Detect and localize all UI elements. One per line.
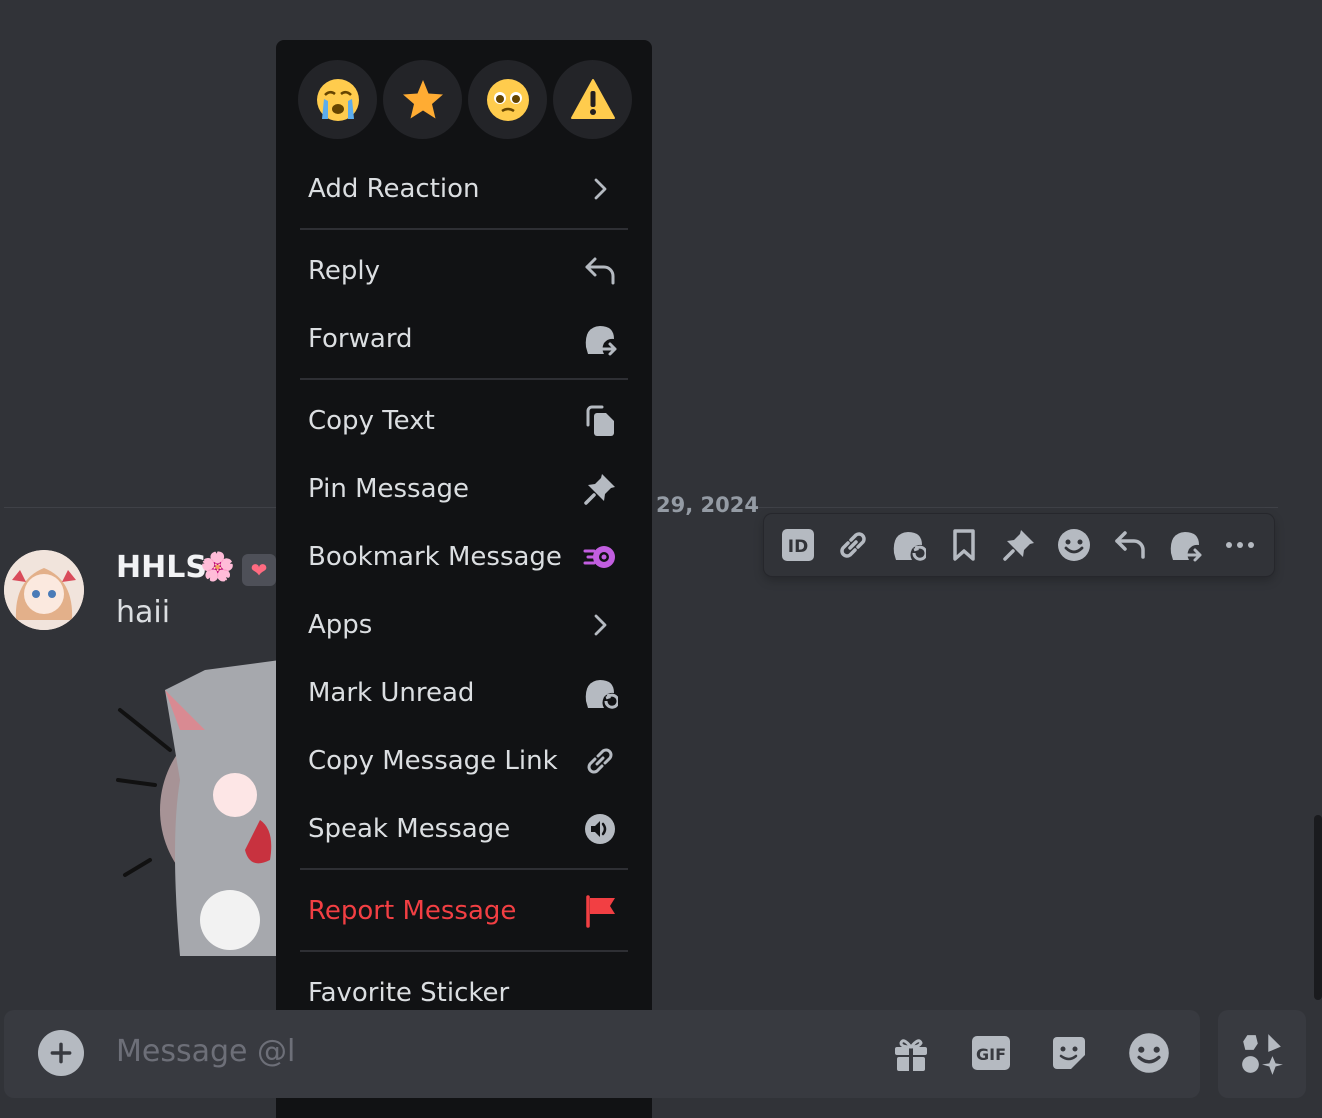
menu-apps[interactable]: Apps	[300, 597, 628, 653]
message-username[interactable]: HHLS	[116, 550, 207, 585]
svg-text:ID: ID	[787, 537, 807, 557]
flower-emoji: 🌸	[200, 550, 235, 583]
message-context-menu: Add Reaction Reply Forward Copy Text Pin…	[276, 40, 652, 1118]
warning-reaction-icon[interactable]	[553, 60, 632, 139]
reply-icon[interactable]	[1107, 522, 1153, 568]
mark-unread-icon	[580, 673, 620, 713]
menu-label: Copy Text	[308, 406, 435, 436]
add-reaction-icon[interactable]	[1051, 522, 1097, 568]
menu-forward[interactable]: Forward	[300, 311, 628, 367]
avatar[interactable]	[4, 550, 84, 630]
menu-reply[interactable]: Reply	[300, 243, 628, 299]
copy-id-icon[interactable]: ID	[775, 522, 821, 568]
menu-label: Reply	[308, 256, 381, 286]
gift-icon[interactable]	[888, 1030, 934, 1076]
menu-bookmark-message[interactable]: Bookmark Message	[300, 529, 628, 585]
quick-reactions	[298, 60, 632, 139]
message-composer: Message @l GIF	[4, 1010, 1200, 1098]
menu-separator	[300, 868, 628, 870]
menu-label: Apps	[308, 610, 373, 640]
add-attachment-button[interactable]	[38, 1030, 84, 1076]
speaker-icon	[580, 809, 620, 849]
menu-add-reaction[interactable]: Add Reaction	[300, 161, 628, 217]
menu-label: Forward	[308, 324, 413, 354]
pleading-face-reaction-icon[interactable]	[468, 60, 547, 139]
menu-label: Pin Message	[308, 474, 470, 504]
menu-mark-unread[interactable]: Mark Unread	[300, 665, 628, 721]
menu-copy-text[interactable]: Copy Text	[300, 393, 628, 449]
menu-label: Bookmark Message	[308, 542, 562, 572]
menu-label: Mark Unread	[308, 678, 475, 708]
scrollbar[interactable]	[1314, 815, 1322, 1000]
cat-girl-sticker[interactable]	[110, 660, 360, 956]
forward-icon[interactable]	[1162, 522, 1208, 568]
forward-icon	[580, 319, 620, 359]
reply-icon	[580, 251, 620, 291]
menu-separator	[300, 228, 628, 230]
pin-icon	[580, 469, 620, 509]
link-icon[interactable]	[830, 522, 876, 568]
crying-face-reaction-icon[interactable]	[298, 60, 377, 139]
emoji-icon[interactable]	[1126, 1030, 1172, 1076]
menu-speak-message[interactable]: Speak Message	[300, 801, 628, 857]
menu-label: Add Reaction	[308, 174, 480, 204]
date-divider-line-left	[4, 507, 276, 508]
bookmark-reminder-icon	[580, 537, 620, 577]
flag-icon	[580, 891, 620, 931]
sticker-icon[interactable]	[1046, 1030, 1092, 1076]
message-hover-toolbar: ID	[764, 514, 1274, 576]
menu-label: Speak Message	[308, 814, 511, 844]
menu-report-message[interactable]: Report Message	[300, 883, 628, 939]
mark-unread-icon[interactable]	[885, 522, 931, 568]
star-reaction-icon[interactable]	[383, 60, 462, 139]
date-divider-label: 29, 2024	[656, 493, 759, 517]
more-icon[interactable]	[1217, 522, 1263, 568]
app-launcher-button[interactable]	[1218, 1010, 1306, 1098]
menu-separator	[300, 950, 628, 952]
menu-label: Report Message	[308, 896, 517, 926]
menu-label: Copy Message Link	[308, 746, 558, 776]
message-text: haii	[116, 595, 171, 630]
date-divider-line-right	[756, 507, 1278, 508]
menu-copy-message-link[interactable]: Copy Message Link	[300, 733, 628, 789]
svg-text:GIF: GIF	[976, 1045, 1006, 1064]
chevron-right-icon	[580, 169, 620, 209]
gif-icon[interactable]: GIF	[968, 1030, 1014, 1076]
pin-icon[interactable]	[996, 522, 1042, 568]
copy-icon	[580, 401, 620, 441]
heart-badge-icon: ❤	[242, 554, 276, 586]
chevron-right-icon	[580, 605, 620, 645]
link-icon	[580, 741, 620, 781]
menu-pin-message[interactable]: Pin Message	[300, 461, 628, 517]
bookmark-icon[interactable]	[941, 522, 987, 568]
message-input[interactable]: Message @l	[116, 1034, 295, 1069]
menu-separator	[300, 378, 628, 380]
menu-label: Favorite Sticker	[308, 978, 510, 1008]
